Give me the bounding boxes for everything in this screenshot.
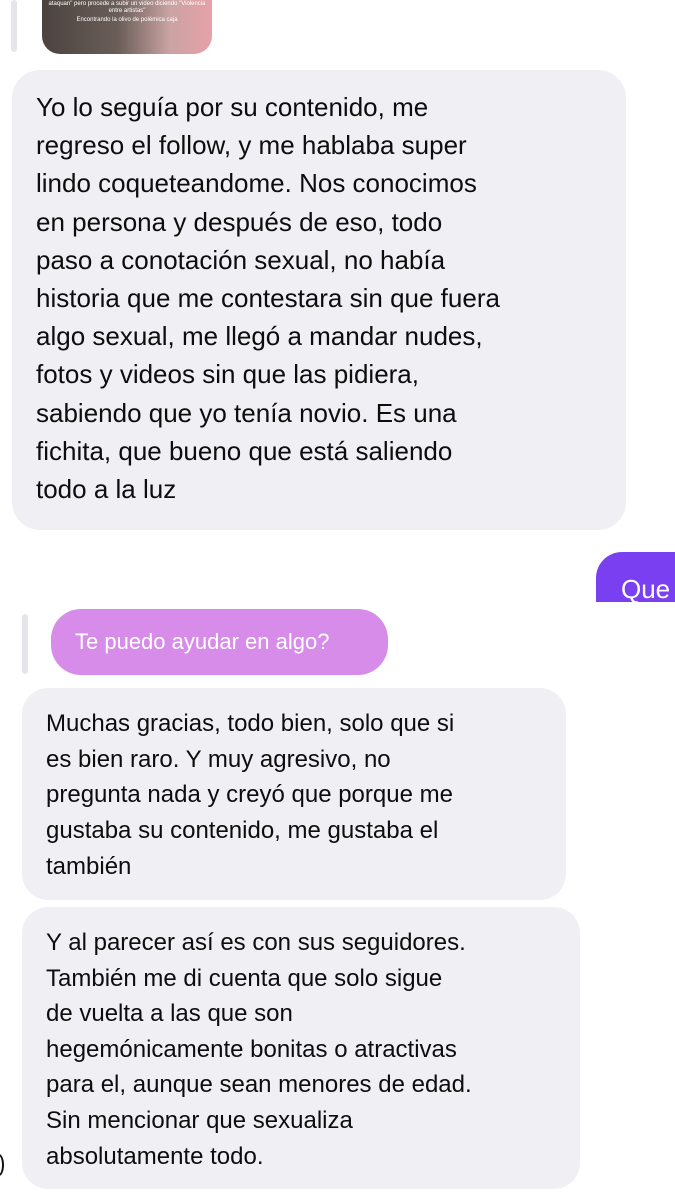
media-caption-line: Encontrando la olivo de polémica caja bbox=[76, 17, 178, 23]
reply-bar-icon bbox=[11, 0, 17, 52]
sent-message-bubble[interactable]: Que bbox=[596, 552, 675, 602]
chat-screen: ataquan" pero procede a subir un video d… bbox=[0, 0, 675, 1200]
received-message-bubble[interactable]: Muchas gracias, todo bien, solo que si e… bbox=[22, 688, 566, 900]
received-message-bubble[interactable]: Yo lo seguía por su contenido, me regres… bbox=[12, 70, 626, 530]
message-text: Yo lo seguía por su contenido, me regres… bbox=[36, 92, 500, 505]
edge-mark bbox=[0, 1154, 4, 1176]
replied-message-preview[interactable]: Te puedo ayudar en algo? bbox=[51, 609, 388, 675]
message-text: Y al parecer así es con sus seguidores. … bbox=[46, 929, 472, 1170]
shared-media-thumbnail[interactable]: ataquan" pero procede a subir un video d… bbox=[42, 0, 212, 54]
message-text: Que bbox=[621, 574, 671, 602]
message-text: Muchas gracias, todo bien, solo que si e… bbox=[46, 710, 455, 880]
media-caption-line: ataquan" pero procede a subir un video d… bbox=[48, 1, 206, 7]
media-caption-line: entre artistas" bbox=[108, 8, 146, 14]
reply-bar-icon bbox=[22, 614, 28, 674]
received-message-bubble[interactable]: Y al parecer así es con sus seguidores. … bbox=[22, 907, 580, 1189]
reply-preview-text: Te puedo ayudar en algo? bbox=[75, 629, 330, 654]
